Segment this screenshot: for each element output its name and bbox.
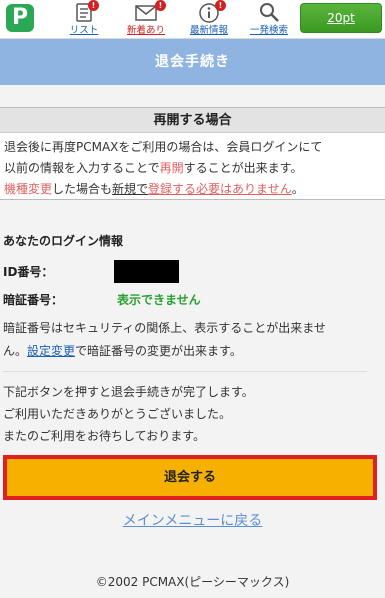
settings-change-link[interactable]: 設定変更	[27, 344, 75, 358]
text-segment: することが出来ます。	[183, 161, 303, 175]
footer-copyright: ©2002 PCMAX(ピーシーマックス)	[95, 575, 290, 589]
note-line-1: 暗証番号はセキュリティの関係上、表示することが出来ませ	[3, 321, 326, 335]
nav-label-news: 最新情報	[189, 25, 228, 36]
finish-line-3: またのご利用をお待ちしております。	[3, 429, 206, 443]
finish-line-2: ご利用いただきありがとうございました。	[3, 407, 232, 421]
password-value: 表示できません	[117, 293, 201, 307]
notification-badge: !	[88, 0, 99, 11]
text-segment: 以前の情報を入力することで	[4, 161, 160, 175]
resume-heading: 再開する場合	[0, 108, 385, 133]
finish-message: 下記ボタンを押すと退会手続きが完了します。 ご利用いただきありがとうございました…	[3, 381, 383, 447]
nav-item-search[interactable]: 一発検索	[246, 0, 292, 39]
finish-line-1: 下記ボタンを押すと退会手続きが完了します。	[3, 385, 254, 399]
highlight-resume: 再開	[159, 161, 184, 175]
nav-item-mail[interactable]: ! 新着あり	[122, 0, 170, 39]
main-menu-link[interactable]: メインメニューに戻る	[0, 510, 385, 530]
highlight-no-registration: 登録する必要はありません	[148, 182, 292, 196]
note-line-2: ん。設定変更で暗証番号の変更が出来ます。	[3, 340, 383, 363]
resume-text: 退会後に再度PCMAXをご利用の場合は、会員ログインにて 以前の情報を入力するこ…	[0, 133, 385, 200]
login-info-heading: あなたのログイン情報	[3, 234, 124, 248]
highlight-device-change: 機種変更	[4, 182, 53, 196]
password-label: 暗証番号：	[3, 293, 64, 307]
underlined-text: 新規で	[112, 182, 149, 196]
resume-line-3: 機種変更した場合も新規で登録する必要はありません。	[4, 179, 381, 200]
text-segment: で暗証番号の変更が出来ます。	[75, 344, 242, 358]
top-navigation: P ! リスト ! 新着あり ! 最新情報 一発検索 20pt	[0, 0, 385, 39]
nav-label-list: リスト	[69, 25, 99, 36]
nav-item-list[interactable]: ! リスト	[64, 0, 104, 39]
id-value-redacted	[114, 260, 179, 283]
resume-line-2: 以前の情報を入力することで再開することが出来ます。	[4, 158, 381, 179]
points-button[interactable]: 20pt	[300, 3, 382, 33]
text-segment: 。	[291, 182, 304, 196]
resume-section: 再開する場合 退会後に再度PCMAXをご利用の場合は、会員ログインにて 以前の情…	[0, 107, 385, 200]
nav-label-mail: 新着あり	[126, 25, 165, 36]
divider	[3, 371, 367, 372]
text-segment: した場合も	[52, 182, 113, 196]
page-title: 退会手続き	[0, 39, 385, 85]
resume-line-1: 退会後に再度PCMAXをご利用の場合は、会員ログインにて	[4, 140, 323, 154]
nav-item-news[interactable]: ! 最新情報	[186, 0, 232, 39]
pcmax-logo-icon[interactable]: P	[6, 4, 34, 32]
search-icon	[260, 3, 279, 22]
nav-label-search: 一発検索	[249, 25, 288, 36]
notification-badge: !	[215, 0, 226, 11]
text-segment: ん。	[3, 344, 28, 358]
password-note: 暗証番号はセキュリティの関係上、表示することが出来ませ ん。設定変更で暗証番号の…	[3, 317, 383, 363]
notification-badge: !	[155, 0, 166, 11]
withdraw-button[interactable]: 退会する	[3, 455, 377, 500]
id-label: ID番号：	[3, 265, 54, 279]
